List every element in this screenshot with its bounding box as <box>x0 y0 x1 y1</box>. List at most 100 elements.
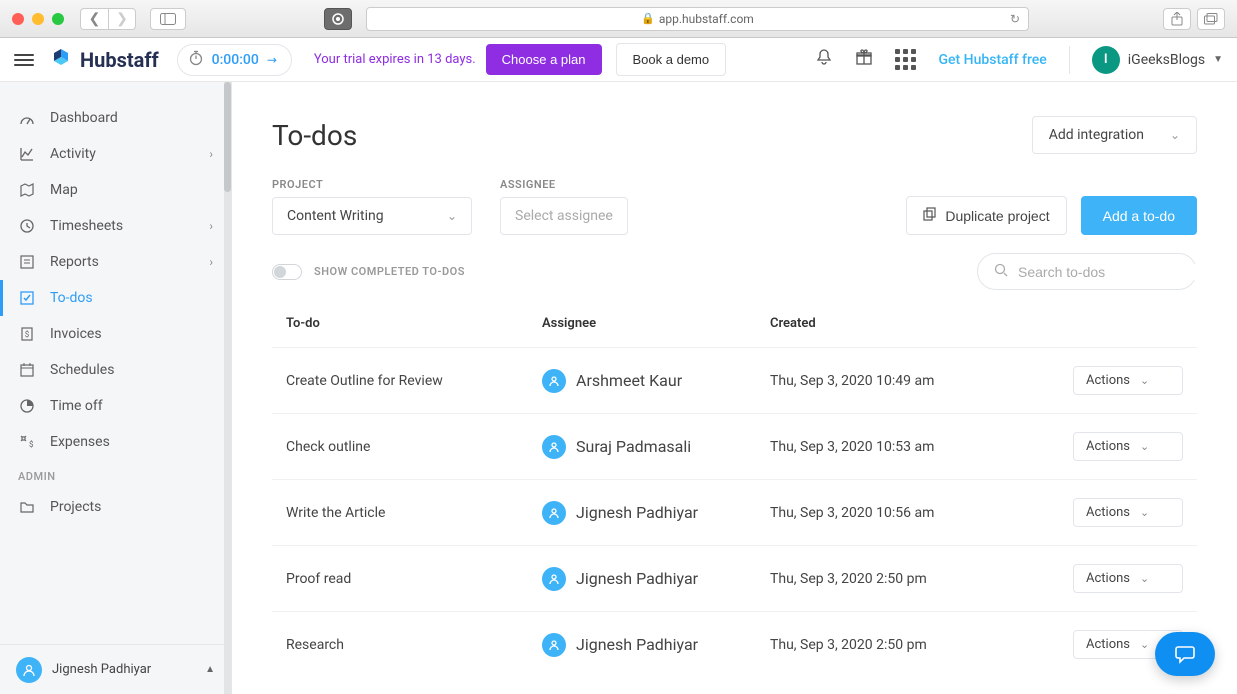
sidebar-item-timeoff[interactable]: Time off <box>0 388 231 424</box>
show-completed-toggle[interactable] <box>272 264 302 280</box>
sidebar-item-label: Reports <box>50 254 99 270</box>
chevron-down-icon: ⌄ <box>1170 128 1180 142</box>
todo-cell: Research <box>286 637 542 653</box>
privacy-shield-button[interactable] <box>324 8 352 30</box>
sidebar-item-label: Projects <box>50 499 101 515</box>
table-row[interactable]: Write the Article Jignesh Padhiyar Thu, … <box>272 479 1197 545</box>
reports-icon <box>18 254 36 270</box>
person-icon <box>542 501 566 525</box>
col-header-assignee: Assignee <box>542 316 770 331</box>
sidebar-item-expenses[interactable]: $ Expenses <box>0 424 231 460</box>
todo-cell: Write the Article <box>286 505 542 521</box>
sidebar-item-reports[interactable]: Reports › <box>0 244 231 280</box>
actions-button[interactable]: Actions ⌄ <box>1073 432 1183 461</box>
folder-icon <box>18 499 36 515</box>
sidebar-item-activity[interactable]: Activity › <box>0 136 231 172</box>
reload-icon[interactable]: ↻ <box>1010 12 1020 26</box>
chevron-down-icon: ⌄ <box>1140 638 1149 651</box>
address-bar[interactable]: 🔒 app.hubstaff.com ↻ <box>366 7 1029 31</box>
minimize-window-icon[interactable] <box>32 13 44 25</box>
sidebar-toggle-button[interactable] <box>150 8 186 30</box>
todo-cell: Create Outline for Review <box>286 373 542 389</box>
timer-widget[interactable]: 0:00:00 ↗ <box>177 44 292 76</box>
table-row[interactable]: Research Jignesh Padhiyar Thu, Sep 3, 20… <box>272 611 1197 677</box>
sidebar-item-label: Expenses <box>50 434 110 450</box>
assignee-select[interactable]: Select assignee <box>500 197 628 235</box>
add-todo-button[interactable]: Add a to-do <box>1081 196 1197 235</box>
chevron-right-icon: › <box>209 255 213 269</box>
choose-plan-button[interactable]: Choose a plan <box>486 44 602 75</box>
dashboard-icon <box>18 110 36 126</box>
assignee-cell: Suraj Padmasali <box>542 435 770 459</box>
get-free-link[interactable]: Get Hubstaff free <box>938 52 1046 68</box>
maximize-window-icon[interactable] <box>52 13 64 25</box>
chat-fab-button[interactable] <box>1155 632 1215 676</box>
sidebar-item-label: Map <box>50 182 78 198</box>
close-window-icon[interactable] <box>12 13 24 25</box>
actions-label: Actions <box>1086 571 1130 586</box>
sidebar-item-schedules[interactable]: Schedules <box>0 352 231 388</box>
sidebar-item-todos[interactable]: To-dos <box>0 280 231 316</box>
invoice-icon: $ <box>18 326 36 342</box>
sidebar-item-label: Activity <box>50 146 96 162</box>
menu-toggle-button[interactable] <box>14 54 34 66</box>
user-menu[interactable]: I iGeeksBlogs ▼ <box>1092 46 1223 74</box>
actions-button[interactable]: Actions ⌄ <box>1073 498 1183 527</box>
created-cell: Thu, Sep 3, 2020 2:50 pm <box>770 637 1073 653</box>
sidebar-item-label: To-dos <box>50 290 93 306</box>
sidebar-item-timesheets[interactable]: Timesheets › <box>0 208 231 244</box>
actions-button[interactable]: Actions ⌄ <box>1073 564 1183 593</box>
gift-icon[interactable] <box>855 48 873 71</box>
chevron-down-icon: ⌄ <box>1140 572 1149 585</box>
chevron-down-icon: ⌄ <box>1140 440 1149 453</box>
actions-button[interactable]: Actions ⌄ <box>1073 366 1183 395</box>
todos-table: To-do Assignee Created Create Outline fo… <box>272 300 1197 677</box>
sidebar-item-map[interactable]: Map <box>0 172 231 208</box>
stopwatch-icon <box>188 50 204 70</box>
created-cell: Thu, Sep 3, 2020 10:53 am <box>770 439 1073 455</box>
tabs-button[interactable] <box>1197 8 1225 30</box>
add-integration-button[interactable]: Add integration ⌄ <box>1032 116 1197 154</box>
assignee-placeholder: Select assignee <box>515 208 613 224</box>
actions-label: Actions <box>1086 637 1130 652</box>
table-row[interactable]: Check outline Suraj Padmasali Thu, Sep 3… <box>272 413 1197 479</box>
forward-button[interactable]: ❯ <box>108 8 136 30</box>
assignee-name: Arshmeet Kaur <box>576 371 682 390</box>
assignee-cell: Arshmeet Kaur <box>542 369 770 393</box>
person-icon <box>542 369 566 393</box>
sidebar-item-dashboard[interactable]: Dashboard <box>0 100 231 136</box>
book-demo-button[interactable]: Book a demo <box>616 43 727 76</box>
assignee-name: Jignesh Padhiyar <box>576 503 698 522</box>
user-name: iGeeksBlogs <box>1128 52 1205 68</box>
assignee-cell: Jignesh Padhiyar <box>542 567 770 591</box>
lock-icon: 🔒 <box>641 12 655 25</box>
svg-text:$: $ <box>25 330 30 339</box>
brand-logo[interactable]: Hubstaff <box>48 47 159 73</box>
project-select[interactable]: Content Writing ⌄ <box>272 197 472 235</box>
nav-buttons: ❮ ❯ <box>80 8 136 30</box>
created-cell: Thu, Sep 3, 2020 10:56 am <box>770 505 1073 521</box>
sidebar-item-projects[interactable]: Projects <box>0 489 231 525</box>
add-integration-label: Add integration <box>1049 127 1144 143</box>
table-row[interactable]: Proof read Jignesh Padhiyar Thu, Sep 3, … <box>272 545 1197 611</box>
chevron-down-icon: ⌄ <box>1140 506 1149 519</box>
table-row[interactable]: Create Outline for Review Arshmeet Kaur … <box>272 347 1197 413</box>
person-icon <box>542 435 566 459</box>
show-completed-label: SHOW COMPLETED TO-DOS <box>314 265 465 278</box>
duplicate-project-button[interactable]: Duplicate project <box>906 196 1066 235</box>
user-avatar-icon: I <box>1092 46 1120 74</box>
search-input[interactable] <box>1018 264 1199 280</box>
share-button[interactable] <box>1163 8 1191 30</box>
sidebar-item-invoices[interactable]: $ Invoices <box>0 316 231 352</box>
table-header: To-do Assignee Created <box>272 300 1197 347</box>
window-controls <box>12 13 64 25</box>
timeoff-icon <box>18 398 36 414</box>
sidebar-user-switcher[interactable]: Jignesh Padhiyar ▲ <box>0 644 231 694</box>
back-button[interactable]: ❮ <box>80 8 108 30</box>
search-box[interactable] <box>977 253 1197 290</box>
apps-grid-icon[interactable] <box>895 49 916 70</box>
duplicate-label: Duplicate project <box>945 208 1049 224</box>
bell-icon[interactable] <box>815 48 833 71</box>
actions-label: Actions <box>1086 439 1130 454</box>
url-text: app.hubstaff.com <box>659 12 754 26</box>
